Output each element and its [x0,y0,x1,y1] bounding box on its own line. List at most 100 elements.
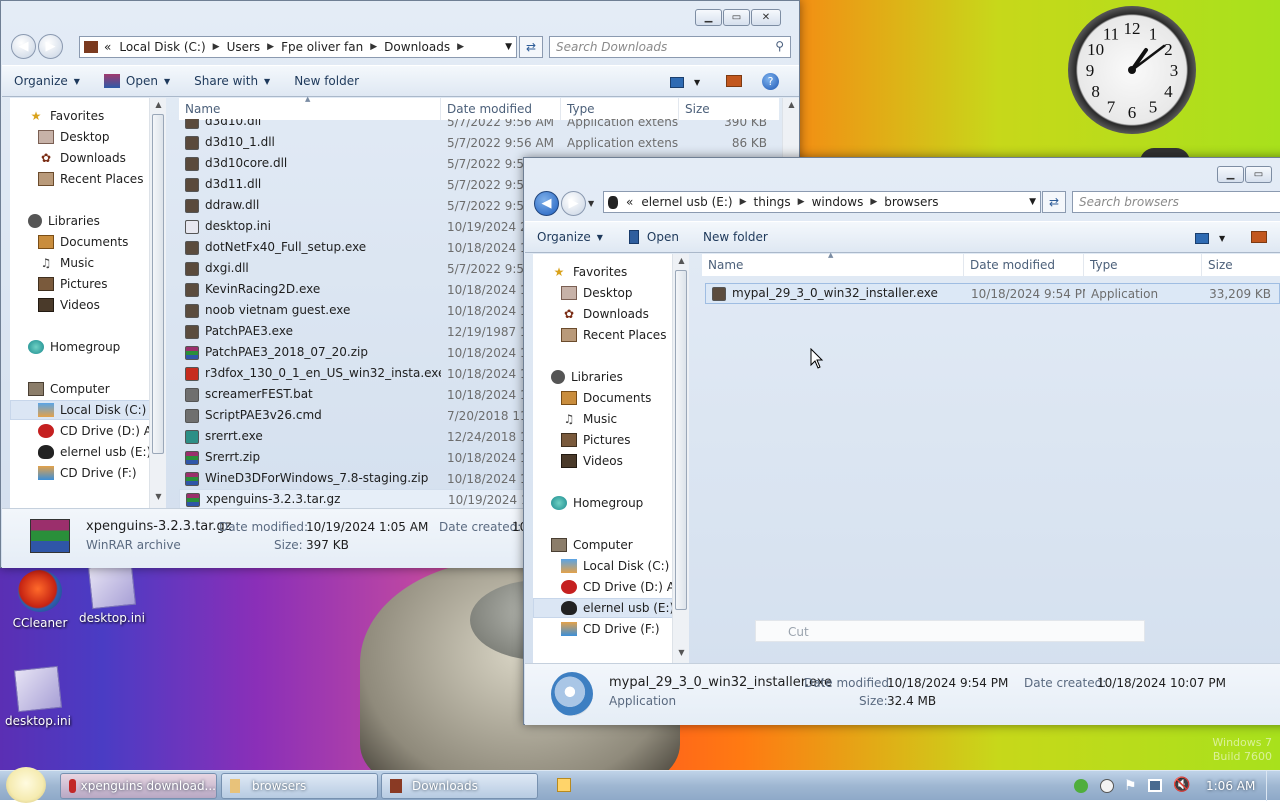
chevron-right-icon[interactable]: ▶ [370,42,377,52]
file-row[interactable]: d3d10_1.dll 5/7/2022 9:56 AM Application e… [179,132,779,153]
column-type[interactable]: Type [561,98,679,120]
nav-libraries[interactable]: Libraries [551,367,623,387]
nav-downloads[interactable]: ✿ Downloads [38,148,126,168]
scroll-down-icon[interactable]: ▼ [673,648,690,662]
column-size[interactable]: Size [1202,254,1280,276]
nav-computer[interactable]: Computer [551,535,633,555]
desktop-icon-desktop-ini-2[interactable]: desktop.ini [0,665,78,728]
breadcrumb-item[interactable]: Local Disk (C:) [119,40,205,54]
scroll-up-icon[interactable]: ▲ [150,100,167,114]
nav-cd-drive-d[interactable]: CD Drive (D:) Ang [561,577,688,597]
help-button[interactable]: ? [762,73,779,90]
tray-network-icon[interactable] [1148,779,1162,792]
desktop-icon-ccleaner[interactable]: CCleaner [0,570,80,630]
recent-pages-dropdown-icon[interactable]: ▼ [588,199,594,208]
chevron-right-icon[interactable]: ▶ [267,42,274,52]
tray-volume-muted-icon[interactable]: 🔇 [1173,777,1190,793]
search-input[interactable]: Search browsers [1072,191,1280,213]
minimize-button[interactable]: ▁ [1217,166,1244,183]
start-button[interactable] [6,767,46,803]
breadcrumb-item[interactable]: elernel usb (E:) [641,195,732,209]
search-input[interactable]: Search Downloads ⚲ [549,36,791,58]
show-desktop-button[interactable] [1266,771,1280,801]
breadcrumb-item[interactable]: Users [227,40,261,54]
breadcrumb-overflow[interactable]: « [104,40,111,54]
maximize-button[interactable]: ▭ [723,9,750,26]
new-folder-button[interactable]: New folder [691,222,780,252]
column-type[interactable]: Type [1084,254,1202,276]
view-button[interactable]: ▼ [670,74,710,90]
breadcrumb-item[interactable]: Fpe oliver fan [281,40,363,54]
forward-button[interactable]: ▶ [38,34,63,59]
close-button[interactable]: ✕ [751,9,781,26]
clock-gadget[interactable]: 11 10 9 8 7 6 5 4 3 2 1 12 [1068,6,1196,134]
nav-recent-places[interactable]: Recent Places [561,325,666,345]
organize-button[interactable]: Organize ▼ [2,66,92,96]
scroll-up-icon[interactable]: ▲ [673,256,690,270]
column-size[interactable]: Size [679,98,779,120]
nav-cd-drive-f[interactable]: CD Drive (F:) [561,619,660,639]
nav-cd-drive-d[interactable]: CD Drive (D:) Ang [38,421,165,441]
breadcrumb-item[interactable]: Downloads [384,40,450,54]
nav-favorites[interactable]: ★ Favorites [28,106,105,126]
preview-pane-button[interactable] [1251,231,1267,243]
refresh-button[interactable]: ⇄ [519,36,543,58]
nav-computer[interactable]: Computer [28,379,110,399]
nav-documents[interactable]: Documents [561,388,651,408]
tray-flag-icon[interactable]: ⚑ [1124,778,1137,794]
chevron-right-icon[interactable]: ▶ [213,42,220,52]
open-button[interactable]: Open [615,222,691,252]
nav-documents[interactable]: Documents [38,232,128,252]
address-bar[interactable]: « elernel usb (E:) ▶ things ▶ windows ▶ bro… [603,191,1041,213]
taskbar-item-downloads[interactable]: Downloads [381,773,538,799]
nav-music[interactable]: ♫ Music [38,253,95,273]
nav-scrollbar[interactable]: ▲ ▼ [149,98,166,508]
taskbar-item-xpenguins[interactable]: xpenguins download... [60,773,217,799]
share-with-button[interactable]: Share with ▼ [182,66,282,96]
address-dropdown-icon[interactable]: ▼ [505,42,512,52]
list-scrollbar[interactable]: ▲ [782,98,799,158]
nav-elernel-usb-e[interactable]: elernel usb (E:) [533,598,688,618]
nav-videos[interactable]: Videos [561,451,623,471]
maximize-button[interactable]: ▭ [1245,166,1272,183]
nav-libraries[interactable]: Libraries [28,211,100,231]
preview-pane-button[interactable] [726,75,742,87]
back-button[interactable]: ◀ [534,191,559,216]
nav-cd-drive-f[interactable]: CD Drive (F:) [38,463,137,483]
file-row[interactable]: d3d10.dll 5/7/2022 9:56 AM Application ext… [179,119,779,132]
scroll-thumb[interactable] [675,270,687,610]
address-dropdown-icon[interactable]: ▼ [1029,197,1036,207]
column-date-modified[interactable]: Date modified [964,254,1084,276]
nav-scrollbar[interactable]: ▲ ▼ [672,254,689,664]
nav-pictures[interactable]: Pictures [38,274,108,294]
nav-local-disk-c[interactable]: Local Disk (C:) [10,400,165,420]
nav-recent-places[interactable]: Recent Places [38,169,143,189]
nav-pictures[interactable]: Pictures [561,430,631,450]
nav-elernel-usb-e[interactable]: elernel usb (E:) [38,442,151,462]
window-browsers[interactable]: ▁ ▭ ◀ ▶ ▼ « elernel usb (E:) ▶ things ▶ wi… [523,157,1280,725]
nav-music[interactable]: ♫ Music [561,409,618,429]
new-folder-button[interactable]: New folder [282,66,371,96]
nav-homegroup[interactable]: Homegroup [28,337,120,357]
desktop-icon-desktop-ini-1[interactable]: desktop.ini [72,562,152,625]
clock-time[interactable]: 1:06 AM [1206,779,1255,793]
breadcrumb-item[interactable]: windows [812,195,864,209]
breadcrumb-item[interactable]: browsers [884,195,938,209]
minimize-button[interactable]: ▁ [695,9,722,26]
tray-shield-icon[interactable] [1074,779,1088,793]
organize-button[interactable]: Organize ▼ [525,222,615,252]
nav-downloads[interactable]: ✿ Downloads [561,304,649,324]
refresh-button[interactable]: ⇄ [1042,191,1066,213]
file-row[interactable]: mypal_29_3_0_win32_installer.exe 10/18/20… [705,283,1280,304]
forward-button[interactable]: ▶ [561,191,586,216]
tray-smiley-icon[interactable] [1100,779,1114,793]
back-button[interactable]: ◀ [11,34,36,59]
nav-homegroup[interactable]: Homegroup [551,493,643,513]
chevron-right-icon[interactable]: ▶ [798,197,805,207]
nav-favorites[interactable]: ★ Favorites [551,262,628,282]
chevron-right-icon[interactable]: ▶ [740,197,747,207]
scroll-up-icon[interactable]: ▲ [783,100,800,114]
chevron-right-icon[interactable]: ▶ [870,197,877,207]
breadcrumb-overflow[interactable]: « [626,195,633,209]
scroll-thumb[interactable] [152,114,164,454]
